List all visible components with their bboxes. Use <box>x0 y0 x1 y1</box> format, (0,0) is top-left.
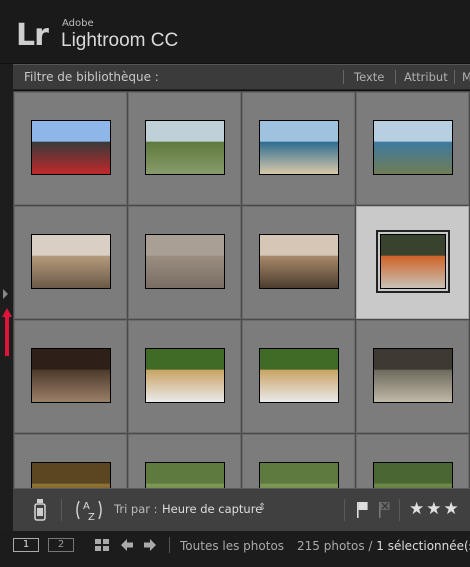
divider <box>399 499 400 521</box>
photo-cell[interactable] <box>128 92 241 205</box>
secondary-screen-button[interactable]: 2 <box>48 538 74 552</box>
photo-cell[interactable] <box>356 206 469 319</box>
photo-cell[interactable] <box>356 320 469 433</box>
vendor-label: Adobe <box>62 18 94 29</box>
photo-cell[interactable] <box>128 434 241 488</box>
chevron-updown-icon[interactable]: ⇕ <box>258 502 266 513</box>
divider <box>344 499 345 521</box>
photo-thumbnail[interactable] <box>259 120 339 175</box>
lightroom-logo: Lr <box>16 18 49 53</box>
photo-cell[interactable] <box>14 320 127 433</box>
divider <box>395 70 396 84</box>
filter-option-attribute[interactable]: Attribut <box>404 70 448 84</box>
divider <box>61 499 62 521</box>
photo-thumbnail[interactable] <box>259 462 339 488</box>
photo-thumbnail[interactable] <box>373 462 453 488</box>
main-screen-button[interactable]: 1 <box>13 538 39 552</box>
title-bar: Lr Adobe Lightroom CC <box>0 0 470 63</box>
photo-cell[interactable] <box>128 320 241 433</box>
divider <box>343 70 344 84</box>
photo-cell[interactable] <box>14 206 127 319</box>
grid-view-icon[interactable] <box>94 538 110 552</box>
annotation-arrow-icon <box>2 308 12 356</box>
rating-stars[interactable]: ★★★ <box>409 499 461 519</box>
spray-can-icon[interactable] <box>33 498 47 522</box>
photo-cell[interactable] <box>356 92 469 205</box>
left-panel-toggle-icon[interactable] <box>3 289 8 299</box>
svg-text:A: A <box>83 501 90 512</box>
photo-thumbnail[interactable] <box>373 348 453 403</box>
svg-text:Z: Z <box>88 512 95 523</box>
pick-flag-icon[interactable] <box>355 501 369 519</box>
photo-thumbnail[interactable] <box>145 348 225 403</box>
filter-option-metadata[interactable]: M <box>462 70 470 84</box>
library-filter-bar: Filtre de bibliothèque : Texte Attribut … <box>13 64 470 90</box>
forward-arrow-icon[interactable] <box>143 538 157 552</box>
photo-cell[interactable] <box>128 206 241 319</box>
back-arrow-icon[interactable] <box>120 538 134 552</box>
selection-count: 1 sélectionnée(s) <box>376 539 470 553</box>
photo-cell[interactable] <box>356 434 469 488</box>
photo-cell[interactable] <box>242 434 355 488</box>
photo-cell[interactable] <box>242 320 355 433</box>
photo-grid <box>13 91 470 488</box>
library-filter-label: Filtre de bibliothèque : <box>24 70 159 84</box>
photo-thumbnail[interactable] <box>373 120 453 175</box>
divider <box>169 537 170 553</box>
sort-direction-icon[interactable]: A Z <box>73 497 105 523</box>
sort-label: Tri par : <box>114 502 158 516</box>
photo-thumbnail[interactable] <box>31 462 111 488</box>
photo-cell[interactable] <box>14 92 127 205</box>
photo-thumbnail[interactable] <box>145 462 225 488</box>
photo-thumbnail[interactable] <box>145 234 225 289</box>
photo-thumbnail[interactable] <box>31 120 111 175</box>
photo-thumbnail[interactable] <box>259 234 339 289</box>
divider <box>454 70 455 84</box>
reject-flag-icon[interactable] <box>377 501 391 519</box>
photo-cell[interactable] <box>242 92 355 205</box>
photo-thumbnail[interactable] <box>145 120 225 175</box>
photo-thumbnail[interactable] <box>259 348 339 403</box>
photo-thumbnail[interactable] <box>31 234 111 289</box>
photo-thumbnail[interactable] <box>31 348 111 403</box>
photo-count-total: 215 photos / <box>297 539 377 553</box>
source-breadcrumb[interactable]: Toutes les photos <box>180 539 284 553</box>
library-toolbar: A Z Tri par : Heure de capture ⇕ ★★★ <box>13 488 470 532</box>
filter-option-text[interactable]: Texte <box>354 70 384 84</box>
product-name: Lightroom CC <box>61 30 179 51</box>
photo-count: 215 photos / 1 sélectionnée(s) / <box>297 539 470 553</box>
photo-cell[interactable] <box>242 206 355 319</box>
sort-order-select[interactable]: Heure de capture <box>162 502 262 516</box>
photo-cell[interactable] <box>14 434 127 488</box>
photo-thumbnail[interactable] <box>376 230 450 293</box>
filmstrip-bar: 1 2 Toutes les photos 215 photos / 1 sél… <box>0 531 470 567</box>
